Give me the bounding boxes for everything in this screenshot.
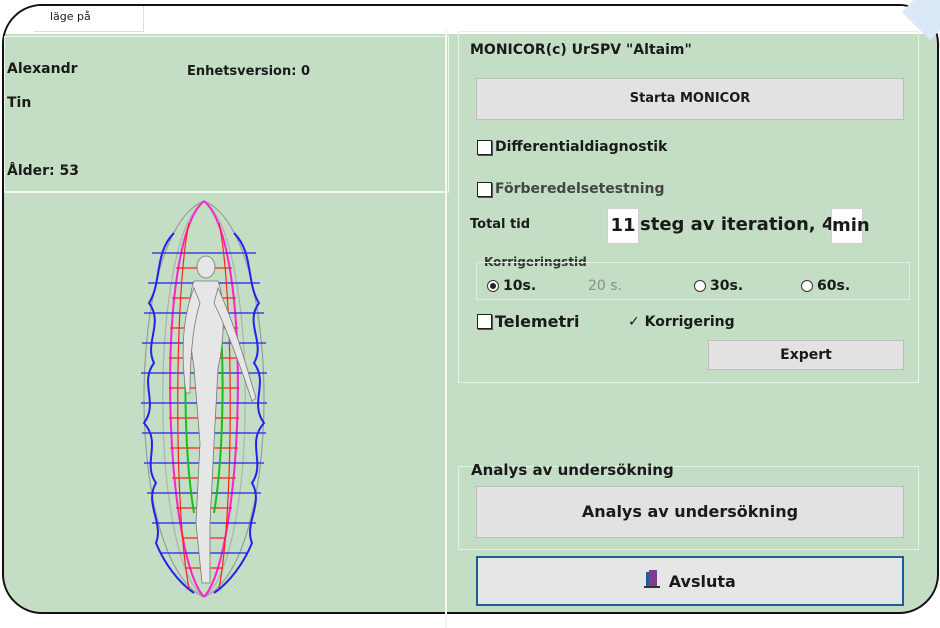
preparation-checkbox-box[interactable] [477,181,492,197]
total-time-label: Total tid [470,217,531,232]
body-visualization-panel [4,192,449,607]
exit-label: Avsluta [668,572,736,591]
differential-diagnostics-checkbox[interactable]: Differentialdiagnostik [477,139,667,155]
total-time-unit-field[interactable]: min [831,208,870,244]
radio-30s-label: 30s. [710,278,744,294]
patient-age: Ålder: 53 [7,163,80,179]
radio-30s-dot[interactable] [694,280,706,292]
top-bar: läge på [4,6,937,34]
analysis-button[interactable]: Analys av undersökning [476,486,904,538]
exit-button[interactable]: Avsluta [476,556,904,606]
patient-info-panel: Alexandr Enhetsversion: 0 Tin Ålder: 53 [4,36,449,192]
total-time-text: steg av iteration, 4 [640,214,835,235]
radio-10s[interactable]: 10s. [487,278,536,294]
telemetry-checkbox[interactable]: Telemetri [477,312,580,331]
radio-60s[interactable]: 60s. [801,278,850,294]
analysis-group-label: Analys av undersökning [471,461,674,479]
device-version: Enhetsversion: 0 [187,64,311,79]
patient-last-name: Tin [7,95,32,111]
door-exit-icon [644,559,661,607]
differential-checkbox-box[interactable] [477,139,492,155]
app-title: MONICOR(c) UrSPV "Altaim" [470,42,692,58]
radio-10s-dot[interactable] [487,280,499,292]
differential-label: Differentialdiagnostik [495,139,668,155]
correction-checkbox[interactable]: ✓ Korrigering [628,314,735,330]
preparation-label: Förberedelsetestning [495,181,665,197]
patient-first-name: Alexandr [7,61,78,77]
start-monicor-button[interactable]: Starta MONICOR [476,78,904,120]
radio-20s: 20 s. [588,278,622,294]
body-mesh-visualization [141,200,267,598]
radio-10s-label: 10s. [503,278,537,294]
radio-60s-label: 60s. [817,278,851,294]
telemetry-label: Telemetri [495,312,580,331]
radio-20s-label: 20 s. [588,278,623,294]
panel-divider [445,28,447,628]
telemetry-checkbox-box[interactable] [477,314,492,329]
radio-60s-dot[interactable] [801,280,813,292]
radio-30s[interactable]: 30s. [694,278,743,294]
preparation-testing-checkbox[interactable]: Förberedelsetestning [477,181,665,197]
total-time-steps-field[interactable]: 11 [607,208,639,244]
expert-button[interactable]: Expert [708,340,904,370]
window-tab[interactable]: läge på [34,6,144,32]
